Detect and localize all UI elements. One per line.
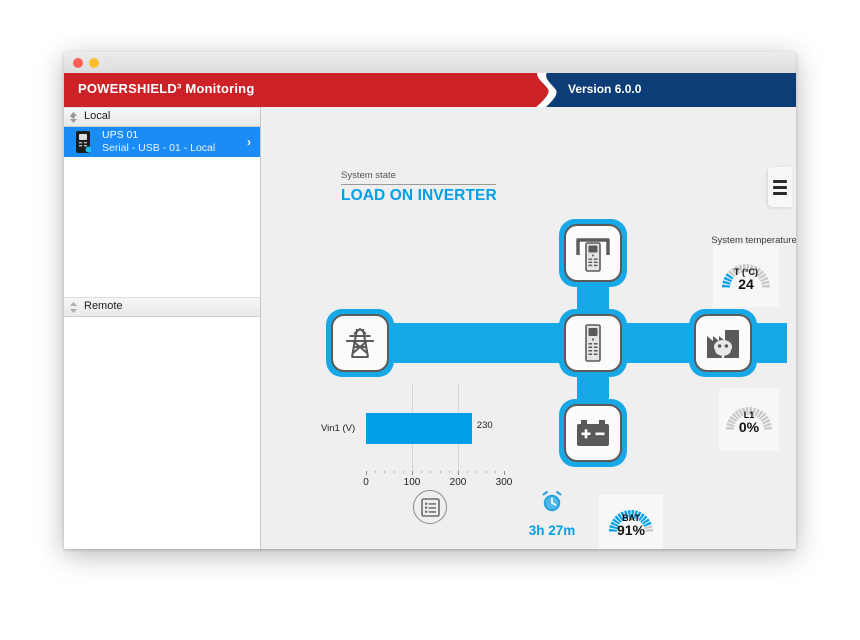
chart-tick-minor <box>393 471 395 473</box>
sidebar-group-local[interactable]: ◂ Local <box>64 107 260 127</box>
hamburger-menu-icon-line3 <box>773 192 787 195</box>
chevron-right-icon[interactable]: › <box>247 135 251 149</box>
chart-bar-vin1 <box>366 413 472 444</box>
list-details-icon <box>420 497 440 517</box>
app-title: POWERSHIELD³ Monitoring <box>78 81 255 96</box>
chart-tick-minor <box>402 471 404 473</box>
chart-tick-minor <box>384 471 386 473</box>
system-state-label: System state <box>341 170 396 181</box>
system-state-divider <box>341 184 496 185</box>
chart-tick-minor <box>494 471 496 473</box>
sidebar-item-ups-connection: Serial - USB - 01 - Local <box>102 142 216 154</box>
chart-tick-minor <box>485 471 487 473</box>
gauge-battery-capacity: BAT 91% <box>599 495 663 549</box>
app-window: POWERSHIELD³ Monitoring Version 6.0.0 ◂ … <box>64 52 796 549</box>
runtime-value: 3h 27m <box>528 523 576 538</box>
sort-arrows-icon-remote <box>70 302 77 313</box>
device-sidebar: ◂ Local UPS 01 Serial - US <box>64 107 261 549</box>
screenshot-root: POWERSHIELD³ Monitoring Version 6.0.0 ◂ … <box>0 0 860 640</box>
chart-tick-minor <box>448 471 450 473</box>
sort-arrows-icon-local <box>70 112 77 123</box>
gauge-l1-value: 0% <box>738 419 760 435</box>
close-button[interactable] <box>73 58 83 68</box>
chart-tick-minor <box>375 471 377 473</box>
chart-tick-label: 0 <box>363 477 369 488</box>
chart-tick-label: 300 <box>495 477 513 488</box>
gauge-battery-value: 91% <box>616 522 646 538</box>
chart-tick-label: 200 <box>449 477 467 488</box>
factory-outlet-icon <box>707 330 739 358</box>
zoom-button[interactable] <box>105 58 115 68</box>
ups-device-icon <box>76 131 91 153</box>
gauge-l1-load: L1 0% <box>719 388 779 451</box>
ups-unit-icon <box>585 324 601 362</box>
chart-tick-minor <box>476 471 478 473</box>
chart-x-axis: 0 100 200 300 <box>363 471 512 493</box>
details-list-button[interactable] <box>413 490 447 524</box>
chart-tick-major <box>412 471 413 475</box>
node-load[interactable] <box>689 309 757 377</box>
power-pylon-icon <box>346 327 374 359</box>
chart-tick-minor <box>467 471 469 473</box>
sidebar-group-label-local: Local <box>84 110 111 122</box>
input-voltage-chart: Vin1 (V) 230 0 100 200 300 <box>321 383 512 493</box>
hamburger-menu-button[interactable] <box>768 167 792 207</box>
sidebar-item-ups-name: UPS 01 <box>102 129 139 141</box>
chart-bar-value-label: 230 <box>476 420 493 431</box>
chart-series-label: Vin1 (V) <box>321 423 356 434</box>
hamburger-menu-icon-line1 <box>773 180 787 183</box>
version-label: Version 6.0.0 <box>568 82 642 96</box>
sidebar-item-ups-01[interactable]: UPS 01 Serial - USB - 01 - Local › <box>64 127 260 157</box>
hamburger-menu-icon-line2 <box>773 186 787 189</box>
sidebar-group-remote[interactable]: Remote <box>64 297 260 317</box>
system-state-value: LOAD ON INVERTER <box>341 187 497 204</box>
node-mains-input[interactable] <box>326 309 394 377</box>
window-titlebar <box>64 52 796 74</box>
chart-tick-major <box>458 471 459 475</box>
chart-tick-major <box>366 471 367 475</box>
battery-icon <box>577 420 609 446</box>
node-ups-unit[interactable] <box>559 309 627 377</box>
gauge-temperature-value: 24 <box>738 276 754 292</box>
header-swoosh-divider <box>504 73 557 107</box>
chart-tick-minor <box>439 471 441 473</box>
main-panel: System state LOAD ON INVERTER System tem… <box>261 107 796 549</box>
app-header: POWERSHIELD³ Monitoring Version 6.0.0 <box>64 73 796 107</box>
minimize-button[interactable] <box>89 58 99 68</box>
chart-tick-minor <box>421 471 423 473</box>
node-bypass[interactable] <box>559 219 627 287</box>
sidebar-remote-empty-area <box>64 317 260 539</box>
node-battery[interactable] <box>559 399 627 467</box>
gauge-system-temperature: T (°C) 24 <box>713 245 779 307</box>
chart-tick-minor <box>430 471 432 473</box>
ups-bypass-icon <box>576 238 610 272</box>
runtime-remaining: 3h 27m <box>519 490 585 538</box>
chart-tick-major <box>504 471 505 475</box>
chart-tick-label: 100 <box>403 477 421 488</box>
alarm-clock-icon <box>542 491 562 512</box>
sidebar-local-empty-area <box>64 157 260 297</box>
sidebar-group-label-remote: Remote <box>84 300 123 312</box>
